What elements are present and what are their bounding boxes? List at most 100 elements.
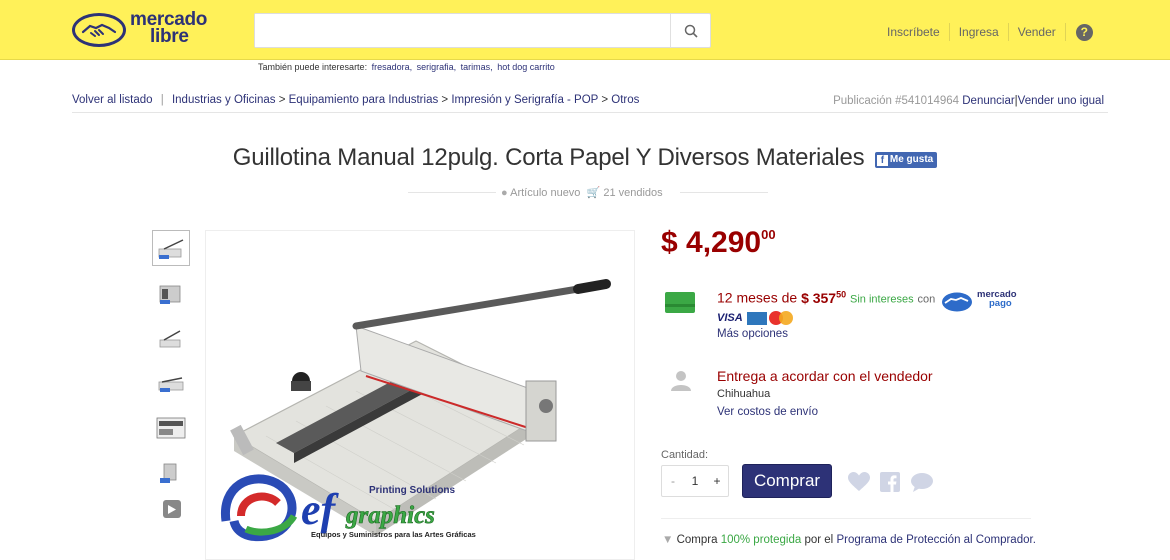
price-main: $ 4,290 [661, 226, 762, 259]
visa-logo: VISA [717, 312, 743, 324]
quantity-increase-button[interactable]: + [706, 474, 728, 488]
breadcrumb-item[interactable]: Industrias y Oficinas [172, 94, 276, 106]
divider [408, 192, 496, 193]
thumbnail[interactable] [152, 320, 190, 356]
price-cents: 00 [761, 227, 776, 242]
guillotine-illustration: ef Printing Solutions graphics Equipos y… [221, 279, 611, 542]
related-link[interactable]: fresadora, [372, 62, 413, 72]
brand-tagline-bottom: Equipos y Suministros para las Artes Grá… [311, 530, 476, 539]
breadcrumb-sep: > [601, 94, 612, 106]
buyer-protection: ▼ Compra 100% protegida por el Programa … [662, 534, 1036, 546]
search-icon [684, 24, 698, 38]
related-prefix: También puede interesarte: [258, 62, 368, 72]
report-link[interactable]: Denunciar [962, 95, 1014, 107]
credit-card-icon [665, 292, 695, 313]
thumbnail-list [152, 230, 192, 524]
thumbnail[interactable] [152, 455, 190, 491]
sell-link[interactable]: Vender [1009, 25, 1065, 39]
title-row: Guillotina Manual 12pulg. Corta Papel Y … [0, 144, 1170, 172]
sold-count: 21 vendidos [603, 187, 663, 199]
buy-button[interactable]: Comprar [742, 464, 832, 498]
publication-info: Publicación #541014964 Denunciar|Vender … [833, 95, 1104, 107]
protection-program-link[interactable]: Programa de Protección al Comprador. [836, 534, 1035, 546]
card-brands: VISA [717, 311, 795, 325]
breadcrumb-item[interactable]: Equipamiento para Industrias [289, 94, 439, 106]
breadcrumb: Volver al listado | Industrias y Oficina… [72, 94, 639, 106]
breadcrumb-divider: | [160, 94, 164, 106]
brand-word: graphics [345, 502, 435, 529]
svg-text:ef: ef [301, 485, 340, 534]
handshake-icon [72, 13, 126, 47]
nav-divider [1064, 23, 1066, 41]
shield-icon: ▼ [662, 534, 674, 546]
brand-logo: ef [221, 474, 340, 542]
divider [680, 192, 768, 193]
sell-same-link[interactable]: Vender uno igual [1018, 95, 1104, 107]
heart-icon[interactable] [848, 472, 870, 492]
installments-prefix: 12 meses de [717, 289, 798, 306]
thumbnail[interactable] [152, 275, 190, 311]
play-video-icon[interactable] [163, 500, 181, 518]
thumbnail[interactable] [152, 365, 190, 401]
search-input[interactable] [255, 14, 672, 47]
mastercard-logo [768, 311, 795, 325]
logo-line2: libre [150, 26, 189, 47]
more-options-link[interactable]: Más opciones [717, 328, 788, 340]
protect-mid: por el [804, 534, 834, 546]
installment-amount: $ 35750 [801, 289, 847, 306]
thumbnail[interactable] [152, 230, 190, 266]
search-box [254, 13, 711, 48]
divider [72, 112, 1108, 113]
condition-info: ● Artículo nuevo 🛒 21 vendidos [501, 186, 663, 199]
protect-prefix: Compra [676, 534, 718, 546]
related-link[interactable]: serigrafia, [417, 62, 457, 72]
thumbnail[interactable] [152, 410, 190, 446]
breadcrumb-sep: > [441, 94, 452, 106]
quantity-decrease-button[interactable]: - [662, 474, 684, 488]
facebook-share-icon[interactable] [880, 472, 900, 492]
person-icon [671, 371, 691, 391]
quantity-input[interactable]: 1 [684, 474, 706, 488]
back-to-list-link[interactable]: Volver al listado [72, 94, 153, 106]
header-bar: mercado libre Inscríbete Ingresa Vender … [0, 0, 1170, 60]
seller-city: Chihuahua [717, 388, 771, 400]
shipping-costs-link[interactable]: Ver costos de envío [717, 406, 818, 418]
mercadopago-logo: mercado pago [940, 289, 1020, 313]
mp-line2: pago [989, 298, 1012, 309]
divider [661, 518, 1031, 519]
help-icon[interactable]: ? [1075, 23, 1093, 41]
related-link[interactable]: tarimas, [461, 62, 493, 72]
signup-link[interactable]: Inscríbete [878, 25, 949, 39]
interest-free-label: Sin intereses [850, 293, 914, 306]
installments-info: 12 meses de $ 35750 Sin intereses con [717, 289, 935, 306]
condition-text: Artículo nuevo [510, 187, 581, 199]
product-title: Guillotina Manual 12pulg. Corta Papel Y … [232, 144, 865, 171]
search-button[interactable] [670, 14, 710, 47]
mercadolibre-logo[interactable]: mercado libre [72, 10, 222, 50]
fb-like-label: Me gusta [889, 154, 934, 165]
tag-icon: ● [501, 187, 508, 199]
product-main-image[interactable]: ef Printing Solutions graphics Equipos y… [205, 230, 635, 560]
top-nav: Inscríbete Ingresa Vender ? [878, 22, 1093, 42]
related-searches: También puede interesarte: fresadora, se… [258, 62, 555, 72]
related-link[interactable]: hot dog carrito [497, 62, 555, 72]
installment-amount-value: $ 357 [801, 289, 837, 306]
installment-cents: 50 [836, 289, 847, 299]
amex-logo [746, 311, 767, 325]
comment-icon[interactable] [910, 472, 934, 492]
breadcrumb-sep: > [278, 94, 289, 106]
with-label: con [917, 293, 936, 306]
login-link[interactable]: Ingresa [950, 25, 1008, 39]
product-price: $ 4,29000 [661, 226, 776, 260]
publication-number: Publicación #541014964 [833, 95, 960, 107]
facebook-icon: f [876, 155, 888, 166]
protect-green: 100% protegida [720, 534, 802, 546]
handshake-icon [942, 292, 972, 312]
quantity-label: Cantidad: [661, 449, 709, 461]
breadcrumb-item[interactable]: Otros [611, 94, 639, 106]
facebook-like-button[interactable]: f Me gusta [874, 152, 938, 168]
shipping-info: Entrega a acordar con el vendedor [717, 368, 933, 384]
condition-line: ● Artículo nuevo 🛒 21 vendidos [408, 186, 768, 199]
cart-icon: 🛒 [586, 187, 601, 199]
breadcrumb-item[interactable]: Impresión y Serigrafía - POP [451, 94, 598, 106]
